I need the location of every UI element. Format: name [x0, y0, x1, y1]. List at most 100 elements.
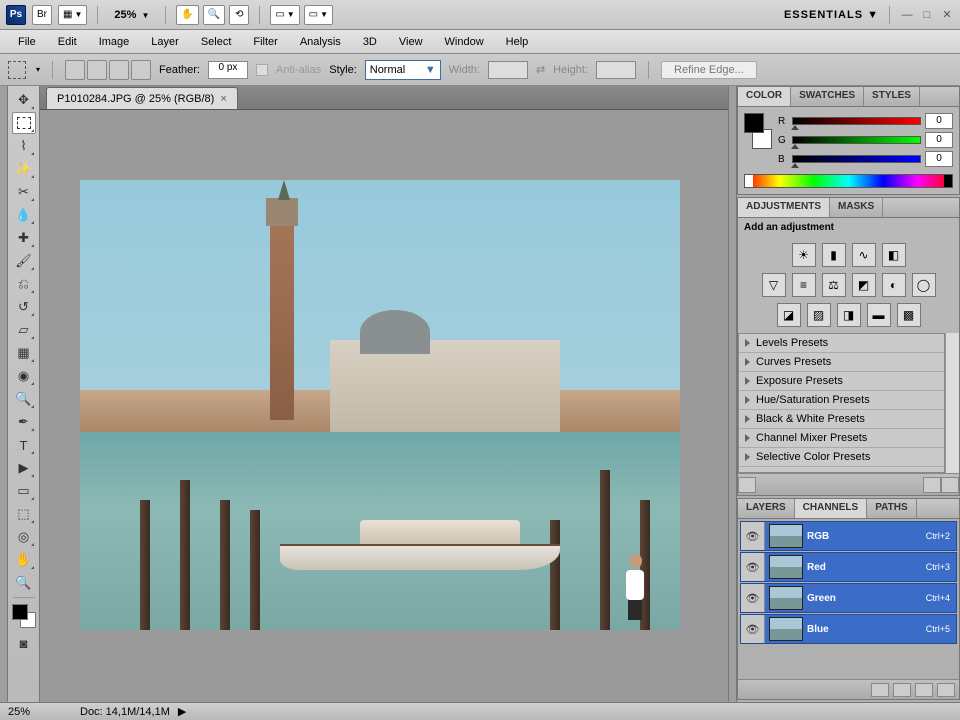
crop-tool[interactable]: ✂ [12, 181, 36, 203]
stamp-tool[interactable]: ⎌ [12, 273, 36, 295]
visibility-icon[interactable]: 👁 [741, 615, 765, 643]
zoom-display[interactable]: 25% ▼ [108, 9, 155, 21]
color-swatch[interactable] [744, 113, 772, 149]
maximize-button[interactable]: □ [920, 8, 934, 22]
3d-tool[interactable]: ⬚ [12, 503, 36, 525]
tab-masks[interactable]: MASKS [830, 198, 883, 217]
menu-select[interactable]: Select [191, 33, 242, 51]
preset-bw[interactable]: Black & White Presets [739, 410, 944, 429]
preset-curves[interactable]: Curves Presets [739, 353, 944, 372]
channel-blue[interactable]: 👁BlueCtrl+5 [740, 614, 957, 644]
levels-icon[interactable]: ▮ [822, 243, 846, 267]
brightness-contrast-icon[interactable]: ☀ [792, 243, 816, 267]
tab-layers[interactable]: LAYERS [738, 499, 795, 518]
g-slider[interactable] [792, 136, 921, 144]
status-zoom[interactable]: 25% [8, 706, 60, 718]
view-extras-button[interactable]: ▦▼ [58, 5, 87, 25]
menu-view[interactable]: View [389, 33, 433, 51]
adj-trash-icon[interactable] [941, 477, 959, 493]
tab-channels[interactable]: CHANNELS [795, 499, 868, 518]
style-select[interactable]: Normal▼ [365, 60, 441, 80]
photo-filter-icon[interactable]: ◐ [882, 273, 906, 297]
load-selection-icon[interactable] [871, 683, 889, 697]
shape-tool[interactable]: ▭ [12, 480, 36, 502]
hand-tool-button[interactable]: ✋ [176, 5, 198, 25]
selective-color-icon[interactable]: ▩ [897, 303, 921, 327]
invert-icon[interactable]: ◪ [777, 303, 801, 327]
menu-help[interactable]: Help [496, 33, 539, 51]
threshold-icon[interactable]: ◨ [837, 303, 861, 327]
move-tool[interactable]: ✥ [12, 89, 36, 111]
blur-tool[interactable]: ◉ [12, 365, 36, 387]
preset-exposure[interactable]: Exposure Presets [739, 372, 944, 391]
gradient-tool[interactable]: ▦ [12, 342, 36, 364]
hand-tool[interactable]: ✋ [12, 549, 36, 571]
quickmask-toggle[interactable]: ◙ [12, 632, 36, 654]
channel-rgb[interactable]: 👁RGBCtrl+2 [740, 521, 957, 551]
canvas[interactable] [40, 110, 728, 702]
healing-brush-tool[interactable]: ✚ [12, 227, 36, 249]
path-selection-tool[interactable]: ▶ [12, 457, 36, 479]
document-tab[interactable]: P1010284.JPG @ 25% (RGB/8) × [46, 87, 238, 109]
r-value[interactable]: 0 [925, 113, 953, 129]
screen-mode-button[interactable]: ▭▼ [304, 5, 333, 25]
zoom-tool[interactable]: 🔍 [12, 572, 36, 594]
selection-intersect-button[interactable] [131, 60, 151, 80]
selection-add-button[interactable] [87, 60, 107, 80]
foreground-background-colors[interactable] [12, 604, 36, 628]
tab-styles[interactable]: STYLES [864, 87, 920, 106]
delete-channel-icon[interactable] [937, 683, 955, 697]
visibility-icon[interactable]: 👁 [741, 553, 765, 581]
channel-mixer-icon[interactable]: ◯ [912, 273, 936, 297]
color-spectrum[interactable] [744, 174, 953, 188]
tab-swatches[interactable]: SWATCHES [791, 87, 864, 106]
3d-camera-tool[interactable]: ◎ [12, 526, 36, 548]
tab-adjustments[interactable]: ADJUSTMENTS [738, 198, 830, 217]
left-dock-rail[interactable] [0, 86, 8, 702]
preset-levels[interactable]: Levels Presets [739, 334, 944, 353]
close-tab-icon[interactable]: × [220, 93, 226, 105]
preset-selective-color[interactable]: Selective Color Presets [739, 448, 944, 467]
menu-layer[interactable]: Layer [141, 33, 189, 51]
vibrance-icon[interactable]: ▽ [762, 273, 786, 297]
preset-scrollbar[interactable] [945, 333, 959, 473]
refine-edge-button[interactable]: Refine Edge... [661, 61, 757, 79]
dodge-tool[interactable]: 🔍 [12, 388, 36, 410]
tab-color[interactable]: COLOR [738, 87, 791, 106]
bw-icon[interactable]: ◩ [852, 273, 876, 297]
brush-tool[interactable]: 🖌 [12, 250, 36, 272]
marquee-tool-indicator[interactable] [8, 61, 26, 79]
minimize-button[interactable]: — [900, 8, 914, 22]
pen-tool[interactable]: ✒ [12, 411, 36, 433]
marquee-tool[interactable] [12, 112, 36, 134]
color-balance-icon[interactable]: ⚖ [822, 273, 846, 297]
workspace-switcher[interactable]: ESSENTIALS ▼ [784, 9, 879, 21]
magic-wand-tool[interactable]: ✨ [12, 158, 36, 180]
g-value[interactable]: 0 [925, 132, 953, 148]
menu-analysis[interactable]: Analysis [290, 33, 351, 51]
arrange-documents-button[interactable]: ▭▼ [270, 5, 299, 25]
selection-new-button[interactable] [65, 60, 85, 80]
posterize-icon[interactable]: ▨ [807, 303, 831, 327]
menu-image[interactable]: Image [89, 33, 140, 51]
visibility-icon[interactable]: 👁 [741, 584, 765, 612]
b-value[interactable]: 0 [925, 151, 953, 167]
tab-paths[interactable]: PATHS [867, 499, 916, 518]
close-button[interactable]: ✕ [940, 8, 954, 22]
bridge-button[interactable]: Br [32, 5, 52, 25]
right-dock-rail[interactable] [728, 86, 736, 702]
adj-footer-icon[interactable] [738, 477, 756, 493]
curves-icon[interactable]: ∿ [852, 243, 876, 267]
exposure-icon[interactable]: ◧ [882, 243, 906, 267]
rotate-view-button[interactable]: ⟲ [229, 5, 249, 25]
status-doc-size[interactable]: Doc: 14,1M/14,1M▶ [80, 705, 186, 718]
feather-input[interactable]: 0 px [208, 61, 248, 79]
preset-hue-sat[interactable]: Hue/Saturation Presets [739, 391, 944, 410]
menu-edit[interactable]: Edit [48, 33, 87, 51]
channel-red[interactable]: 👁RedCtrl+3 [740, 552, 957, 582]
adj-clip-icon[interactable] [923, 477, 941, 493]
hue-sat-icon[interactable]: ≡ [792, 273, 816, 297]
visibility-icon[interactable]: 👁 [741, 522, 765, 550]
new-channel-icon[interactable] [915, 683, 933, 697]
preset-channel-mixer[interactable]: Channel Mixer Presets [739, 429, 944, 448]
